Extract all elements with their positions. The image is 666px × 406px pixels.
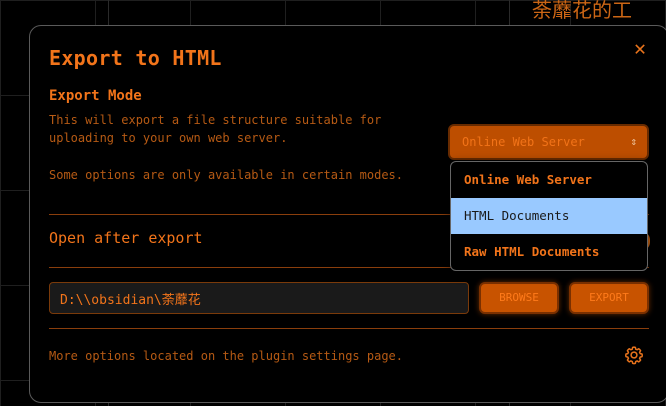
export-path-input[interactable]: [49, 282, 469, 314]
divider: [49, 328, 649, 329]
export-mode-heading: Export Mode: [49, 88, 142, 104]
export-mode-selected-value: Online Web Server: [462, 135, 585, 149]
close-button[interactable]: ✕: [630, 38, 650, 58]
export-mode-dropdown-menu: Online Web Server HTML Documents Raw HTM…: [450, 161, 648, 271]
dropdown-option-online-web-server[interactable]: Online Web Server: [451, 162, 647, 198]
export-button[interactable]: EXPORT: [569, 282, 649, 314]
background-note-title: 荼蘼花的工: [532, 0, 632, 22]
close-icon: ✕: [633, 36, 647, 60]
export-mode-description: This will export a file structure suitab…: [49, 113, 382, 145]
gear-icon[interactable]: [624, 345, 644, 365]
footer-hint: More options located on the plugin setti…: [49, 349, 404, 363]
modal-title: Export to HTML: [49, 46, 222, 70]
chevron-up-down-icon: ⇕: [630, 135, 637, 148]
dropdown-option-html-documents[interactable]: HTML Documents: [451, 198, 647, 234]
export-mode-select[interactable]: Online Web Server ⇕: [448, 124, 649, 160]
dropdown-option-raw-html-documents[interactable]: Raw HTML Documents: [451, 234, 647, 270]
browse-button[interactable]: BROWSE: [479, 282, 559, 314]
open-after-export-label: Open after export: [49, 229, 203, 247]
export-mode-note: Some options are only available in certa…: [49, 168, 404, 182]
